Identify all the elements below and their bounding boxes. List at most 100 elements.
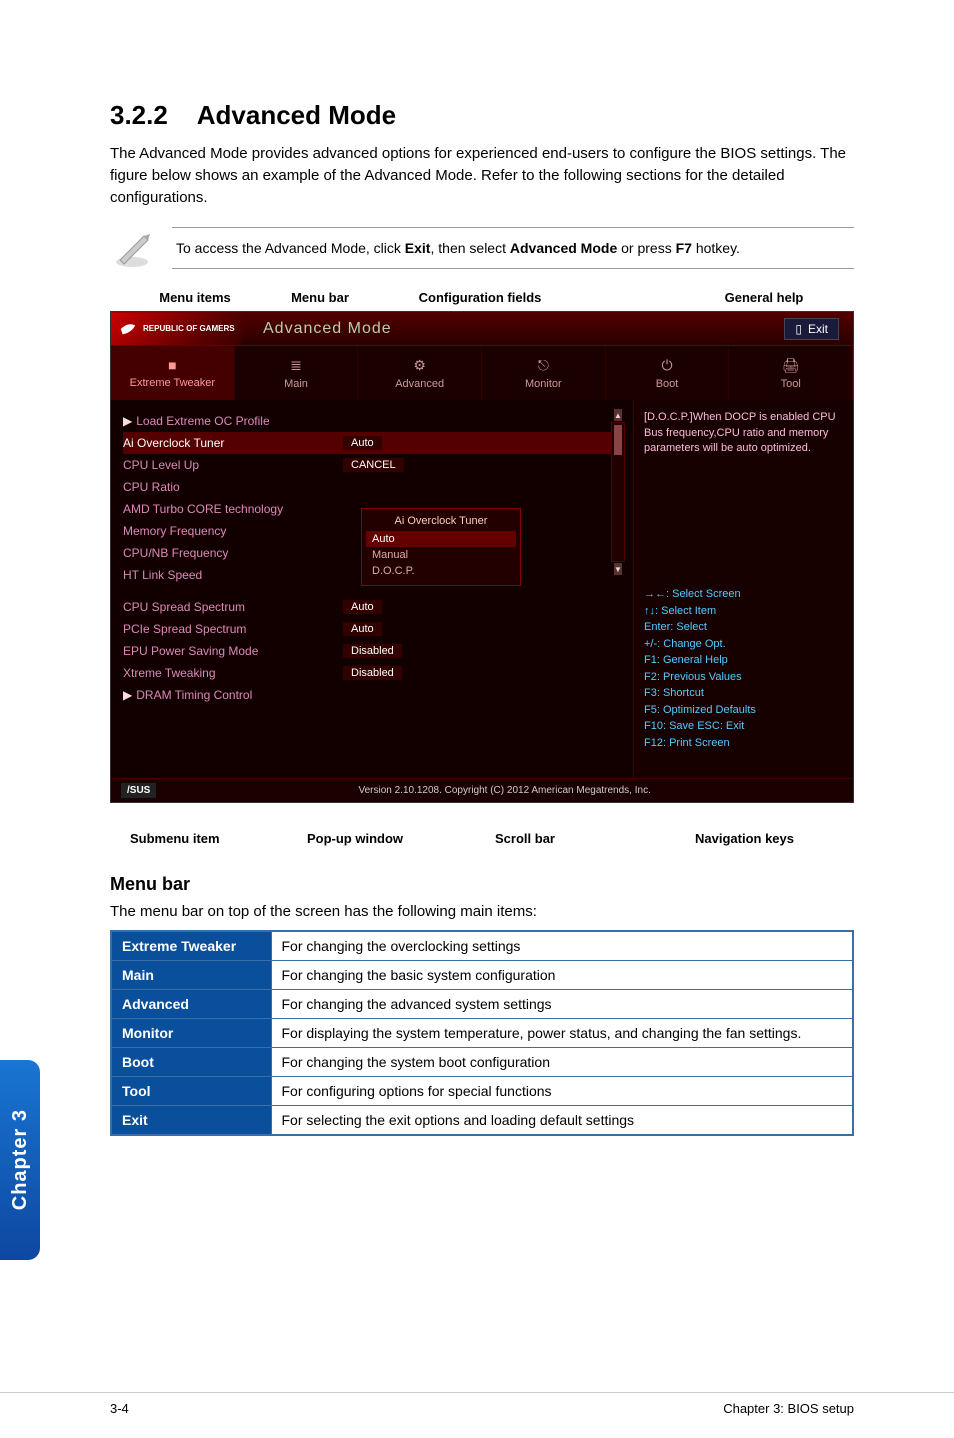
field-label: CPU Ratio bbox=[123, 480, 343, 494]
field-label: HT Link Speed bbox=[123, 568, 343, 582]
popup-window[interactable]: Ai Overclock Tuner AutoManualD.O.C.P. bbox=[361, 508, 521, 586]
bios-tab-extreme-tweaker[interactable]: ■Extreme Tweaker bbox=[111, 346, 235, 400]
table-key: Advanced bbox=[111, 990, 271, 1019]
table-value: For configuring options for special func… bbox=[271, 1077, 853, 1106]
rog-badge: REPUBLIC OF GAMERS bbox=[111, 312, 251, 345]
field-row[interactable]: CPU Level UpCANCEL bbox=[123, 454, 621, 476]
bios-tabs: ■Extreme Tweaker ≣ Main ⚙Advanced ⎋ Monitor ⏻B… bbox=[111, 346, 853, 400]
field-row[interactable]: CPU Spread SpectrumAuto bbox=[123, 596, 621, 618]
note-row: To access the Advanced Mode, click Exit,… bbox=[110, 226, 854, 270]
nav-key-line: ↑↓: Select Item bbox=[644, 603, 843, 620]
field-value[interactable]: Auto bbox=[343, 600, 382, 614]
help-description: [D.O.C.P.]When DOCP is enabled CPU Bus f… bbox=[644, 410, 843, 456]
table-row: MonitorFor displaying the system tempera… bbox=[111, 1019, 853, 1048]
chapter-side-label: Chapter 3 bbox=[9, 1109, 32, 1210]
bios-tab-advanced[interactable]: ⚙Advanced bbox=[358, 346, 482, 400]
bios-tab-boot[interactable]: ⏻Boot bbox=[606, 346, 730, 400]
menubar-heading: Menu bar bbox=[110, 874, 854, 895]
nav-key-line: F3: Shortcut bbox=[644, 685, 843, 702]
nav-key-line: F2: Previous Values bbox=[644, 669, 843, 686]
field-value[interactable]: Disabled bbox=[343, 644, 402, 658]
annot-config-fields: Configuration fields bbox=[380, 290, 580, 305]
scroll-up-icon[interactable]: ▲ bbox=[614, 409, 622, 421]
exit-icon: ▯ bbox=[795, 322, 802, 336]
scroll-thumb[interactable] bbox=[614, 425, 622, 455]
tab-label: Extreme Tweaker bbox=[130, 377, 215, 389]
popup-item[interactable]: Manual bbox=[366, 547, 516, 563]
exit-label: Exit bbox=[808, 322, 828, 336]
table-value: For displaying the system temperature, p… bbox=[271, 1019, 853, 1048]
field-row[interactable]: Xtreme TweakingDisabled bbox=[123, 662, 621, 684]
scroll-down-icon[interactable]: ▼ bbox=[614, 563, 622, 575]
tab-label: Tool bbox=[781, 378, 801, 390]
tab-label: Main bbox=[284, 378, 308, 390]
popup-item[interactable]: Auto bbox=[366, 531, 516, 547]
field-value[interactable]: CANCEL bbox=[343, 458, 404, 472]
table-value: For changing the basic system configurat… bbox=[271, 961, 853, 990]
page-footer-right: Chapter 3: BIOS setup bbox=[723, 1401, 854, 1416]
field-row[interactable]: ▶ Load Extreme OC Profile bbox=[123, 410, 621, 432]
annotation-labels-bottom: Submenu item Pop-up window Scroll bar Na… bbox=[110, 803, 854, 846]
popup-item[interactable]: D.O.C.P. bbox=[366, 563, 516, 579]
table-row: Extreme TweakerFor changing the overcloc… bbox=[111, 931, 853, 961]
field-label: Xtreme Tweaking bbox=[123, 666, 343, 680]
table-row: ToolFor configuring options for special … bbox=[111, 1077, 853, 1106]
bios-screenshot: REPUBLIC OF GAMERS Advanced Mode ▯ Exit … bbox=[110, 311, 854, 803]
rog-text: REPUBLIC OF GAMERS bbox=[143, 325, 235, 333]
submenu-arrow-icon: ▶ bbox=[123, 414, 132, 428]
nav-key-line: →←: Select Screen bbox=[644, 586, 843, 603]
field-label: CPU/NB Frequency bbox=[123, 546, 343, 560]
field-row[interactable]: CPU Ratio bbox=[123, 476, 621, 498]
nav-key-line: F1: General Help bbox=[644, 652, 843, 669]
submenu-arrow-icon: ▶ bbox=[123, 688, 132, 702]
field-label: PCIe Spread Spectrum bbox=[123, 622, 343, 636]
nav-key-line: Enter: Select bbox=[644, 619, 843, 636]
nav-key-line: F12: Print Screen bbox=[644, 735, 843, 752]
field-row[interactable]: ▶DRAM Timing Control bbox=[123, 684, 621, 706]
field-label: CPU Spread Spectrum bbox=[123, 600, 343, 614]
section-heading: 3.2.2 Advanced Mode bbox=[110, 100, 854, 131]
field-value[interactable]: Disabled bbox=[343, 666, 402, 680]
table-key: Boot bbox=[111, 1048, 271, 1077]
popup-title: Ai Overclock Tuner bbox=[366, 515, 516, 527]
field-value[interactable]: Auto bbox=[343, 436, 382, 450]
tab-icon: ⎋ bbox=[538, 357, 549, 374]
field-value[interactable]: Auto bbox=[343, 622, 382, 636]
field-row[interactable]: PCIe Spread SpectrumAuto bbox=[123, 618, 621, 640]
exit-button[interactable]: ▯ Exit bbox=[784, 318, 839, 340]
chapter-side-tab: Chapter 3 bbox=[0, 1060, 40, 1260]
tab-label: Boot bbox=[656, 378, 679, 390]
nav-key-line: F5: Optimized Defaults bbox=[644, 702, 843, 719]
table-row: AdvancedFor changing the advanced system… bbox=[111, 990, 853, 1019]
bios-fields: ▶ Load Extreme OC Profile Ai Overclock Tun… bbox=[111, 400, 633, 778]
table-key: Tool bbox=[111, 1077, 271, 1106]
annot-general-help: General help bbox=[694, 290, 834, 305]
scroll-bar[interactable]: ▲ ▼ bbox=[611, 422, 625, 562]
page-footer: 3-4 Chapter 3: BIOS setup bbox=[0, 1392, 954, 1416]
field-row[interactable]: EPU Power Saving ModeDisabled bbox=[123, 640, 621, 662]
field-label: Ai Overclock Tuner bbox=[123, 436, 343, 450]
table-value: For changing the advanced system setting… bbox=[271, 990, 853, 1019]
table-row: BootFor changing the system boot configu… bbox=[111, 1048, 853, 1077]
field-label: Memory Frequency bbox=[123, 524, 343, 538]
tab-icon: ≣ bbox=[290, 357, 302, 374]
table-value: For changing the system boot configurati… bbox=[271, 1048, 853, 1077]
table-value: For selecting the exit options and loadi… bbox=[271, 1106, 853, 1136]
nav-key-line: F10: Save ESC: Exit bbox=[644, 718, 843, 735]
tab-label: Monitor bbox=[525, 378, 562, 390]
asus-logo: /SUS bbox=[121, 783, 156, 798]
table-key: Monitor bbox=[111, 1019, 271, 1048]
bios-tab-monitor[interactable]: ⎋ Monitor bbox=[482, 346, 606, 400]
pen-icon bbox=[110, 226, 154, 270]
bios-tab-main[interactable]: ≣ Main bbox=[235, 346, 359, 400]
general-help-panel: [D.O.C.P.]When DOCP is enabled CPU Bus f… bbox=[633, 400, 853, 778]
table-key: Main bbox=[111, 961, 271, 990]
section-title-text: Advanced Mode bbox=[197, 100, 396, 130]
annot-menu-bar: Menu bar bbox=[260, 290, 380, 305]
field-row[interactable]: Ai Overclock TunerAuto bbox=[123, 432, 621, 454]
bios-tab-tool[interactable]: 🖨Tool bbox=[729, 346, 853, 400]
field-label: Load Extreme OC Profile bbox=[136, 414, 356, 428]
intro-text: The Advanced Mode provides advanced opti… bbox=[110, 143, 854, 208]
bios-header: REPUBLIC OF GAMERS Advanced Mode ▯ Exit bbox=[111, 312, 853, 346]
bios-version: Version 2.10.1208. Copyright (C) 2012 Am… bbox=[166, 785, 843, 796]
